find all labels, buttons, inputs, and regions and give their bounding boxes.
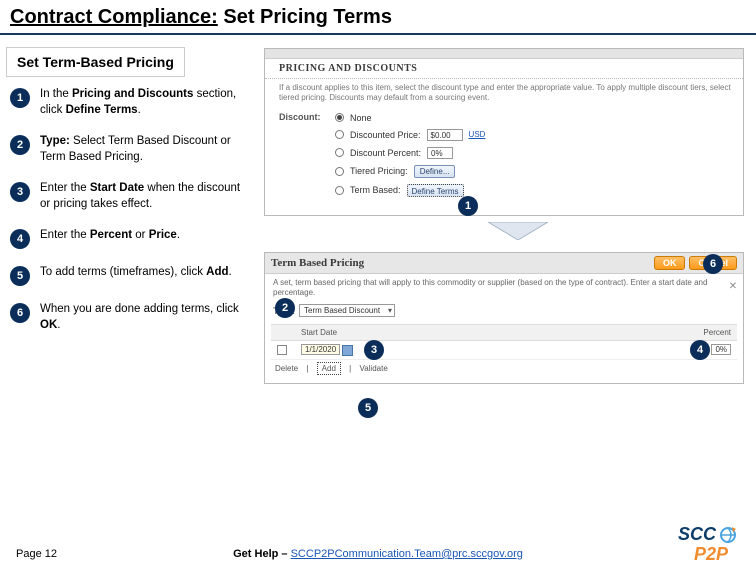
callout-marker-3: 3 [364,340,384,360]
calendar-icon[interactable] [342,345,353,356]
step-bullet-3: 3 [10,182,30,202]
dialog-header: Term Based Pricing OK Cancel [265,253,743,274]
action-row: Delete | Add | Validate [265,360,743,377]
radio-discounted-price[interactable] [335,130,344,139]
step-4: 4 Enter the Percent or Price. [10,228,250,249]
step-bullet-6: 6 [10,303,30,323]
row-checkbox[interactable] [277,345,287,355]
logo-top-text: SCC [678,524,717,544]
terms-table-header: Start Date Percent [271,325,737,341]
radio-row-tiered: Tiered Pricing: Define... [265,162,743,181]
radio-row-discount-percent: Discount Percent: 0% [265,144,743,162]
step-1: 1 In the Pricing and Discounts section, … [10,87,250,118]
radio-row-none: None [265,110,743,126]
callout-marker-5: 5 [358,398,378,418]
step-5: 5 To add terms (timeframes), click Add. [10,265,250,286]
delete-link[interactable]: Delete [275,364,298,373]
callout-marker-6: 6 [703,254,723,274]
radio-discounted-price-label: Discounted Price: [350,130,421,140]
callout-marker-2: 2 [275,298,295,318]
page-title: Contract Compliance: Set Pricing Terms [0,0,756,35]
scc-p2p-logo: SCC P2P [676,524,740,564]
step-2: 2 Type: Select Term Based Discount or Te… [10,134,250,165]
pricing-discounts-panel: PRICING AND DISCOUNTS If a discount appl… [264,48,744,216]
dialog-description: A set, term based pricing that will appl… [265,274,743,301]
sub-heading: Set Term-Based Pricing [6,47,185,77]
close-icon[interactable]: ✕ [727,281,739,293]
type-row: Type: Term Based Discount [265,301,743,320]
define-terms-button[interactable]: Define Terms [407,184,464,197]
radio-tiered-label: Tiered Pricing: [350,166,408,176]
step-text-6: When you are done adding terms, click OK… [40,302,250,333]
radio-tiered[interactable] [335,167,344,176]
callout-marker-1: 1 [458,196,478,216]
radio-row-discounted-price: Discounted Price: $0.00 USD [265,126,743,144]
col-percent: Percent [657,325,737,340]
step-bullet-1: 1 [10,88,30,108]
step-3: 3 Enter the Start Date when the discount… [10,181,250,212]
step-bullet-4: 4 [10,229,30,249]
radio-term-based-label: Term Based: [350,185,401,195]
terms-table: Start Date Percent 1/1/2020 0% [271,324,737,360]
step-bullet-5: 5 [10,266,30,286]
step-bullet-2: 2 [10,135,30,155]
page-number: Page 12 [16,548,57,560]
panel-description: If a discount applies to this item, sele… [265,79,743,110]
radio-row-term-based: Term Based: Define Terms [265,181,743,200]
dialog-title: Term Based Pricing [271,257,364,269]
callout-marker-4: 4 [690,340,710,360]
radio-none-label: None [350,113,372,123]
col-start-date: Start Date [295,325,435,340]
flow-arrow-icon [488,222,548,240]
add-link[interactable]: Add [317,362,341,375]
radio-discount-percent-label: Discount Percent: [350,148,421,158]
help-label: Get Help – [233,548,290,560]
logo-bottom-text: P2P [694,544,729,564]
validate-link[interactable]: Validate [359,364,387,373]
step-6: 6 When you are done adding terms, click … [10,302,250,333]
discounted-price-input[interactable]: $0.00 [427,129,463,141]
radio-none[interactable] [335,113,344,122]
ok-button[interactable]: OK [654,256,686,270]
term-based-pricing-dialog: Term Based Pricing OK Cancel A set, term… [264,252,744,384]
radio-term-based[interactable] [335,186,344,195]
title-underlined: Contract Compliance: [10,6,218,28]
table-row: 1/1/2020 0% [271,341,737,360]
footer-help: Get Help – SCCP2PCommunication.Team@prc.… [233,548,523,560]
define-tiered-button[interactable]: Define... [414,165,456,178]
currency-link[interactable]: USD [469,130,486,139]
discount-percent-input[interactable]: 0% [427,147,453,159]
step-text-5: To add terms (timeframes), click Add. [40,265,232,281]
step-text-4: Enter the Percent or Price. [40,228,180,244]
percent-input[interactable]: 0% [711,344,731,355]
step-text-1: In the Pricing and Discounts section, cl… [40,87,250,118]
help-email-link[interactable]: SCCP2PCommunication.Team@prc.sccgov.org [291,548,523,560]
title-rest: Set Pricing Terms [218,6,392,28]
radio-discount-percent[interactable] [335,148,344,157]
type-select[interactable]: Term Based Discount [299,304,395,317]
step-text-3: Enter the Start Date when the discount o… [40,181,250,212]
discount-label: Discount: [279,112,321,122]
step-text-2: Type: Select Term Based Discount or Term… [40,134,250,165]
start-date-input[interactable]: 1/1/2020 [301,344,340,355]
panel-section-title: PRICING AND DISCOUNTS [265,59,743,79]
panel-header-bar [265,49,743,59]
